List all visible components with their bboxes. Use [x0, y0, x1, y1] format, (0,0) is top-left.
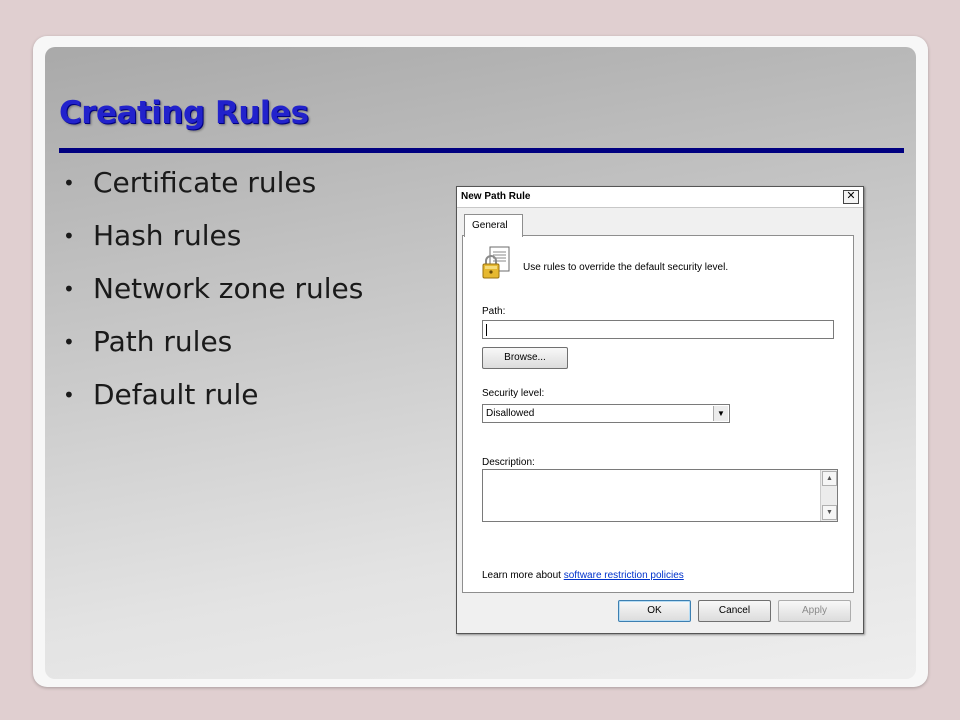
security-level-select[interactable]: Disallowed ▼: [482, 404, 730, 423]
path-label: Path:: [482, 306, 506, 317]
bullet-item: • Path rules: [63, 322, 363, 375]
software-restriction-policies-link[interactable]: software restriction policies: [564, 570, 684, 581]
bullet-list: • Certificate rules • Hash rules • Network …: [63, 163, 363, 428]
bullet-dot: •: [63, 224, 75, 248]
chevron-down-icon[interactable]: ▼: [713, 406, 728, 421]
ok-button[interactable]: OK: [618, 600, 691, 622]
bullet-dot: •: [63, 171, 75, 195]
scroll-up-icon[interactable]: ▲: [822, 471, 837, 486]
security-level-label: Security level:: [482, 388, 545, 399]
bullet-text: Hash rules: [93, 219, 242, 252]
tab-general[interactable]: General: [464, 214, 523, 237]
bullet-text: Path rules: [93, 325, 233, 358]
close-button[interactable]: ✕: [843, 190, 859, 204]
lock-document-icon: [482, 246, 510, 279]
scroll-down-icon[interactable]: ▼: [822, 505, 837, 520]
learn-more-text: Learn more about software restriction po…: [482, 570, 684, 581]
close-icon: ✕: [846, 190, 856, 202]
browse-button[interactable]: Browse...: [482, 347, 568, 369]
bullet-dot: •: [63, 383, 75, 407]
slide-title: Creating Rules: [59, 95, 309, 131]
text-caret: [486, 324, 487, 336]
description-scrollbar[interactable]: ▲ ▼: [820, 470, 837, 521]
bullet-text: Default rule: [93, 378, 259, 411]
intro-text: Use rules to override the default securi…: [523, 262, 729, 273]
security-level-value: Disallowed: [486, 408, 535, 419]
cancel-button[interactable]: Cancel: [698, 600, 771, 622]
learn-more-prefix: Learn more about: [482, 570, 564, 581]
bullet-text: Network zone rules: [93, 272, 364, 305]
bullet-dot: •: [63, 330, 75, 354]
dialog-titlebar[interactable]: New Path Rule ✕: [457, 187, 863, 208]
bullet-item: • Certificate rules: [63, 163, 363, 216]
tab-general-label: General: [472, 220, 508, 231]
new-path-rule-dialog: New Path Rule ✕ General Use rules to ove…: [456, 186, 864, 634]
path-input[interactable]: [482, 320, 834, 339]
title-underline: [59, 148, 904, 153]
dialog-title: New Path Rule: [461, 191, 531, 202]
description-label: Description:: [482, 457, 535, 468]
bullet-item: • Default rule: [63, 375, 363, 428]
bullet-item: • Network zone rules: [63, 269, 363, 322]
bullet-dot: •: [63, 277, 75, 301]
bullet-item: • Hash rules: [63, 216, 363, 269]
apply-button[interactable]: Apply: [778, 600, 851, 622]
description-textarea[interactable]: ▲ ▼: [482, 469, 838, 522]
bullet-text: Certificate rules: [93, 166, 317, 199]
